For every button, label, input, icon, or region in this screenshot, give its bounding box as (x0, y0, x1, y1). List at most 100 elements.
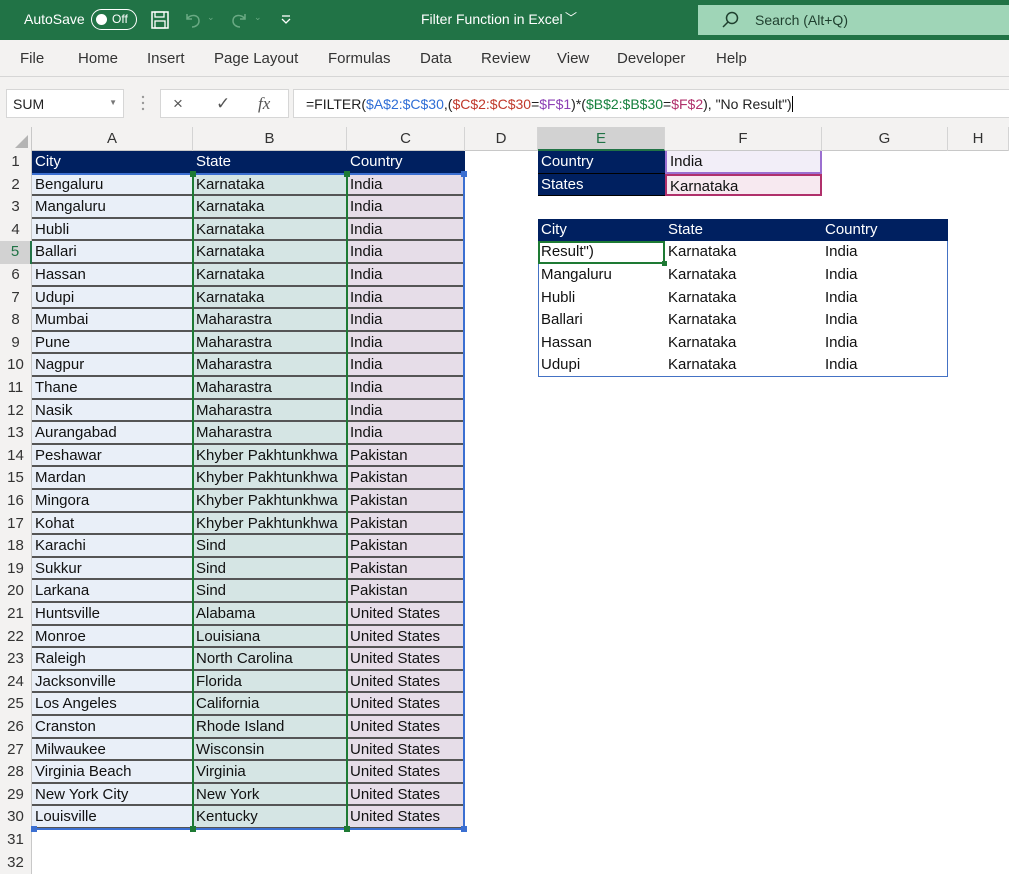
range-handle[interactable] (461, 170, 467, 177)
row-header-4[interactable]: 4 (0, 218, 32, 242)
source-cell[interactable]: Virginia Beach (32, 761, 193, 784)
row-header-18[interactable]: 18 (0, 535, 32, 558)
source-cell[interactable]: United States (347, 806, 465, 829)
tab-help[interactable]: Help (716, 50, 747, 67)
source-cell[interactable]: California (193, 693, 347, 716)
row-header-25[interactable]: 25 (0, 693, 32, 716)
row-header-5[interactable]: 5 (0, 241, 32, 264)
range-handle[interactable] (190, 826, 196, 832)
source-cell[interactable]: Nasik (32, 399, 193, 423)
source-header-cell[interactable]: Country (347, 151, 465, 174)
customize-qat-icon[interactable] (276, 9, 298, 31)
redo-dropdown-icon[interactable]: ⌄ (254, 12, 262, 23)
column-header-f[interactable]: F (665, 127, 822, 151)
source-cell[interactable]: Jacksonville (32, 670, 193, 694)
source-cell[interactable]: India (347, 286, 465, 310)
undo-dropdown-icon[interactable]: ⌄ (207, 12, 215, 23)
source-cell[interactable]: Karnataka (193, 241, 347, 264)
row-header-17[interactable]: 17 (0, 512, 32, 536)
row-header-31[interactable]: 31 (0, 829, 32, 852)
source-cell[interactable]: Khyber Pakhtunkhwa (193, 444, 347, 468)
source-cell[interactable]: Kentucky (193, 806, 347, 829)
source-cell[interactable]: Sind (193, 557, 347, 581)
source-cell[interactable]: India (347, 377, 465, 400)
redo-icon[interactable] (228, 9, 250, 31)
column-header-e[interactable]: E (538, 127, 665, 151)
source-cell[interactable]: North Carolina (193, 648, 347, 671)
source-cell[interactable]: United States (347, 648, 465, 671)
row-header-1[interactable]: 1 (0, 151, 32, 174)
source-cell[interactable]: Khyber Pakhtunkhwa (193, 512, 347, 536)
source-cell[interactable]: Karnataka (193, 264, 347, 287)
source-cell[interactable]: United States (347, 716, 465, 739)
source-cell[interactable]: Raleigh (32, 648, 193, 671)
column-header-d[interactable]: D (465, 127, 538, 151)
source-cell[interactable]: India (347, 264, 465, 287)
source-header-cell[interactable]: City (32, 151, 193, 174)
source-cell[interactable]: Pakistan (347, 512, 465, 536)
result-header-cell[interactable]: Country (822, 218, 948, 242)
criteria-value[interactable]: Karnataka (665, 173, 822, 197)
name-box-dropdown-icon[interactable]: ▼ (109, 98, 117, 107)
document-title[interactable]: Filter Function in Excel (421, 11, 563, 27)
source-cell[interactable]: Bengaluru (32, 173, 193, 197)
source-cell[interactable]: United States (347, 738, 465, 762)
row-header-10[interactable]: 10 (0, 354, 32, 377)
source-cell[interactable]: Cranston (32, 716, 193, 739)
source-cell[interactable]: United States (347, 625, 465, 649)
column-header-g[interactable]: G (822, 127, 948, 151)
source-cell[interactable]: Mangaluru (32, 196, 193, 219)
source-cell[interactable]: Mingora (32, 490, 193, 513)
cancel-icon[interactable]: × (173, 94, 183, 114)
criteria-value[interactable]: India (665, 151, 822, 174)
row-header-16[interactable]: 16 (0, 490, 32, 513)
column-header-h[interactable]: H (948, 127, 1009, 151)
row-header-11[interactable]: 11 (0, 377, 32, 400)
row-header-6[interactable]: 6 (0, 264, 32, 287)
enter-icon[interactable]: ✓ (216, 94, 230, 114)
result-header-cell[interactable]: State (665, 218, 822, 242)
source-cell[interactable]: Wisconsin (193, 738, 347, 762)
tab-developer[interactable]: Developer (617, 50, 685, 67)
source-cell[interactable]: Thane (32, 377, 193, 400)
source-cell[interactable]: India (347, 331, 465, 355)
source-cell[interactable]: Karnataka (193, 173, 347, 197)
row-header-2[interactable]: 2 (0, 173, 32, 197)
source-cell[interactable]: Mumbai (32, 309, 193, 332)
result-header-cell[interactable]: City (538, 218, 665, 242)
row-header-15[interactable]: 15 (0, 467, 32, 490)
source-cell[interactable]: Pune (32, 331, 193, 355)
source-cell[interactable]: Peshawar (32, 444, 193, 468)
source-cell[interactable]: Larkana (32, 580, 193, 603)
insert-function-icon[interactable]: fx (258, 94, 270, 114)
source-cell[interactable]: Khyber Pakhtunkhwa (193, 467, 347, 490)
source-cell[interactable]: Pakistan (347, 580, 465, 603)
source-cell[interactable]: India (347, 422, 465, 445)
column-header-c[interactable]: C (347, 127, 465, 151)
row-header-14[interactable]: 14 (0, 444, 32, 468)
fill-handle[interactable] (662, 261, 667, 266)
name-box[interactable]: SUM ▼ (6, 89, 124, 118)
source-cell[interactable]: Nagpur (32, 354, 193, 377)
row-header-24[interactable]: 24 (0, 670, 32, 694)
source-cell[interactable]: Maharastra (193, 377, 347, 400)
source-cell[interactable]: Hassan (32, 264, 193, 287)
source-cell[interactable]: Karnataka (193, 196, 347, 219)
row-header-3[interactable]: 3 (0, 196, 32, 219)
source-cell[interactable]: Maharastra (193, 422, 347, 445)
tab-home[interactable]: Home (78, 50, 118, 67)
autosave-toggle[interactable]: Off (91, 9, 137, 30)
row-header-32[interactable]: 32 (0, 851, 32, 874)
source-cell[interactable]: Virginia (193, 761, 347, 784)
source-cell[interactable]: Mardan (32, 467, 193, 490)
source-cell[interactable]: New York (193, 783, 347, 807)
source-cell[interactable]: Sukkur (32, 557, 193, 581)
range-handle[interactable] (461, 826, 467, 832)
source-cell[interactable]: United States (347, 761, 465, 784)
source-cell[interactable]: Khyber Pakhtunkhwa (193, 490, 347, 513)
tab-data[interactable]: Data (420, 50, 452, 67)
source-cell[interactable]: Louisiana (193, 625, 347, 649)
criteria-label[interactable]: States (538, 173, 665, 197)
row-header-29[interactable]: 29 (0, 783, 32, 807)
row-header-20[interactable]: 20 (0, 580, 32, 603)
